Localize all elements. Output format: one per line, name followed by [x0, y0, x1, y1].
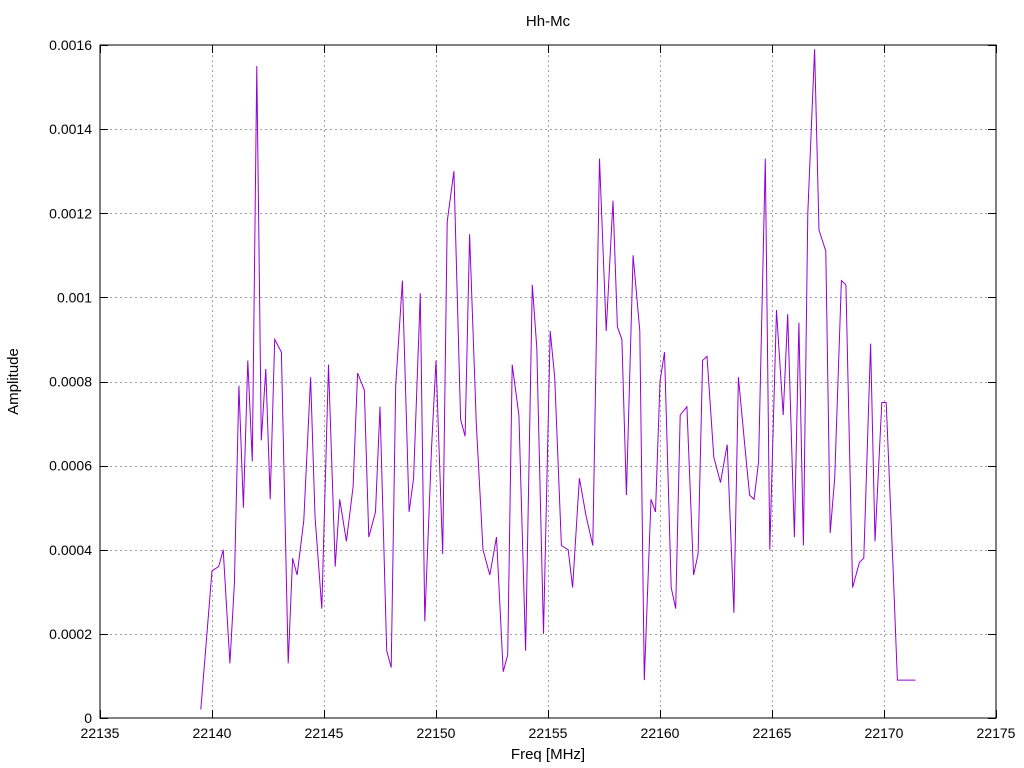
- x-tick-label: 22150: [417, 725, 456, 741]
- y-tick-label: 0.0008: [49, 374, 92, 390]
- y-tick-label: 0.0014: [49, 121, 92, 137]
- y-tick-label: 0.0006: [49, 458, 92, 474]
- y-tick-label: 0: [84, 710, 92, 726]
- y-tick-label: 0.0004: [49, 542, 92, 558]
- y-axis-label: Amplitude: [5, 348, 22, 415]
- x-tick-label: 22145: [305, 725, 344, 741]
- x-tick-label: 22155: [529, 725, 568, 741]
- y-tick-label: 0.001: [57, 289, 92, 305]
- chart-title: Hh-Mc: [526, 13, 571, 30]
- chart: 22135 22140 22145 22150 22155 22160 22165 22170…: [0, 0, 1024, 768]
- x-tick-label: 22140: [193, 725, 232, 741]
- y-tick-label: 0.0002: [49, 626, 92, 642]
- y-tick-label: 0.0012: [49, 205, 92, 221]
- x-tick-label: 22160: [641, 725, 680, 741]
- x-tick-label: 22170: [865, 725, 904, 741]
- x-tick-label: 22135: [81, 725, 120, 741]
- x-tick-label: 22165: [753, 725, 792, 741]
- x-tick-label: 22175: [977, 725, 1016, 741]
- y-tick-label: 0.0016: [49, 37, 92, 53]
- x-axis-label: Freq [MHz]: [511, 746, 585, 763]
